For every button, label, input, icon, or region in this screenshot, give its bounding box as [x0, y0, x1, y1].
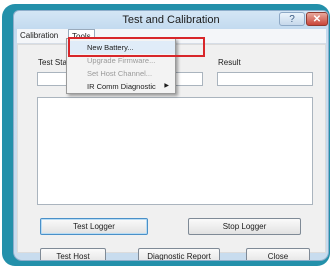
- menu-item-set-host-channel[interactable]: Set Host Channel...: [67, 67, 175, 80]
- highlight-box: [68, 37, 205, 57]
- diagnostic-report-button[interactable]: Diagnostic Report: [138, 248, 220, 260]
- title-bar[interactable]: Test and Calibration ? ✕: [14, 11, 328, 29]
- menu-item-ir-comm-diagnostic-label: IR Comm Diagnostic: [87, 82, 156, 91]
- menu-item-ir-comm-diagnostic[interactable]: IR Comm Diagnostic ▶: [67, 80, 175, 93]
- test-status-label: Test Sta: [38, 58, 67, 67]
- menu-calibration[interactable]: Calibration: [17, 29, 61, 43]
- log-output-area[interactable]: [37, 97, 313, 205]
- submenu-arrow-icon: ▶: [164, 83, 169, 89]
- close-button[interactable]: Close: [246, 248, 310, 260]
- result-field[interactable]: [217, 72, 313, 86]
- window-close-button[interactable]: ✕: [306, 12, 328, 26]
- help-button[interactable]: ?: [279, 12, 305, 26]
- test-logger-button[interactable]: Test Logger: [40, 218, 148, 235]
- result-label: Result: [218, 58, 241, 67]
- test-host-button[interactable]: Test Host: [40, 248, 106, 260]
- stop-logger-button[interactable]: Stop Logger: [188, 218, 301, 235]
